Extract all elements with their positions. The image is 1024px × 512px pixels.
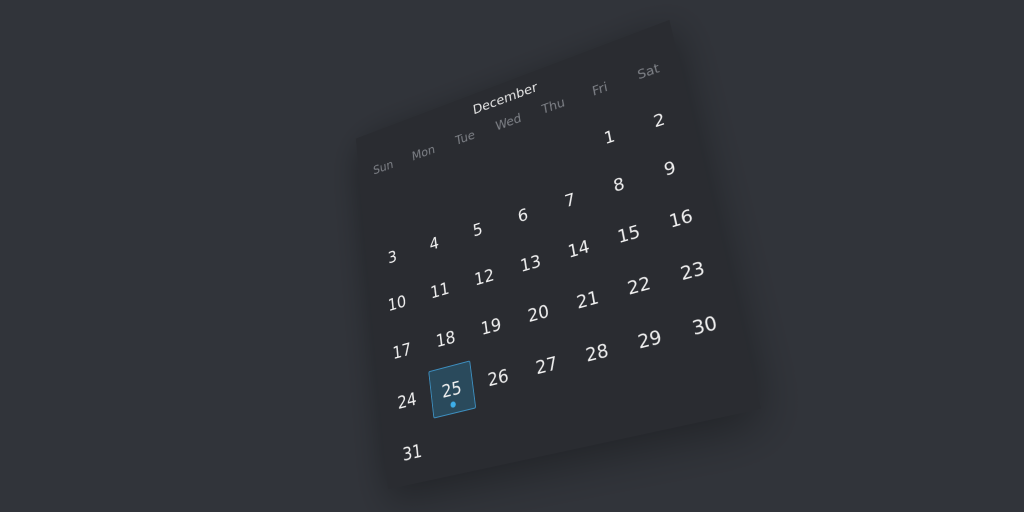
day-number: 15 [615, 220, 642, 248]
day-number: 6 [516, 204, 530, 227]
day-number: 28 [583, 339, 611, 367]
day-number: 27 [534, 352, 559, 379]
day-number: 8 [611, 173, 627, 197]
day-number: 23 [678, 256, 707, 285]
day-number: 4 [428, 232, 440, 255]
day-number: 7 [563, 188, 577, 212]
day-number: 17 [391, 338, 413, 364]
day-number: 1 [602, 125, 617, 149]
day-number: 11 [429, 277, 451, 303]
day-number: 26 [486, 364, 510, 391]
day-number: 3 [386, 246, 398, 268]
day-number: 29 [635, 325, 664, 354]
day-number: 12 [473, 264, 496, 290]
weekday-tue: Tue [454, 128, 476, 149]
weekday-mon: Mon [411, 142, 436, 165]
day-number: 19 [479, 313, 503, 340]
day-number: 30 [690, 311, 720, 340]
day-number: 18 [434, 326, 457, 352]
day-number: 13 [518, 250, 543, 277]
stage: December Sun Mon Tue Wed Thu Fri Sat 123… [0, 0, 1024, 512]
day-number: 16 [667, 204, 695, 233]
day-number: 10 [387, 290, 408, 316]
weekday-wed: Wed [494, 111, 523, 135]
day-number: 5 [471, 218, 484, 241]
day-number: 24 [396, 388, 418, 414]
weekday-sat: Sat [636, 61, 661, 84]
day-number: 2 [651, 108, 667, 132]
weekday-fri: Fri [591, 80, 609, 100]
calendar-widget: December Sun Mon Tue Wed Thu Fri Sat 123… [355, 19, 762, 490]
day-number: 9 [662, 156, 678, 181]
day-number: 20 [526, 300, 551, 327]
day-cell[interactable]: 31 [388, 421, 438, 484]
weekday-thu: Thu [540, 95, 567, 118]
weekday-sun: Sun [372, 157, 394, 178]
day-cell-today[interactable]: 25 [426, 358, 478, 421]
day-number: 21 [574, 286, 601, 314]
day-cell[interactable]: 26 [471, 346, 526, 410]
day-number: 14 [566, 235, 592, 263]
day-number: 31 [401, 439, 424, 466]
day-number: 22 [625, 271, 653, 300]
day-cell[interactable]: 27 [518, 333, 576, 399]
